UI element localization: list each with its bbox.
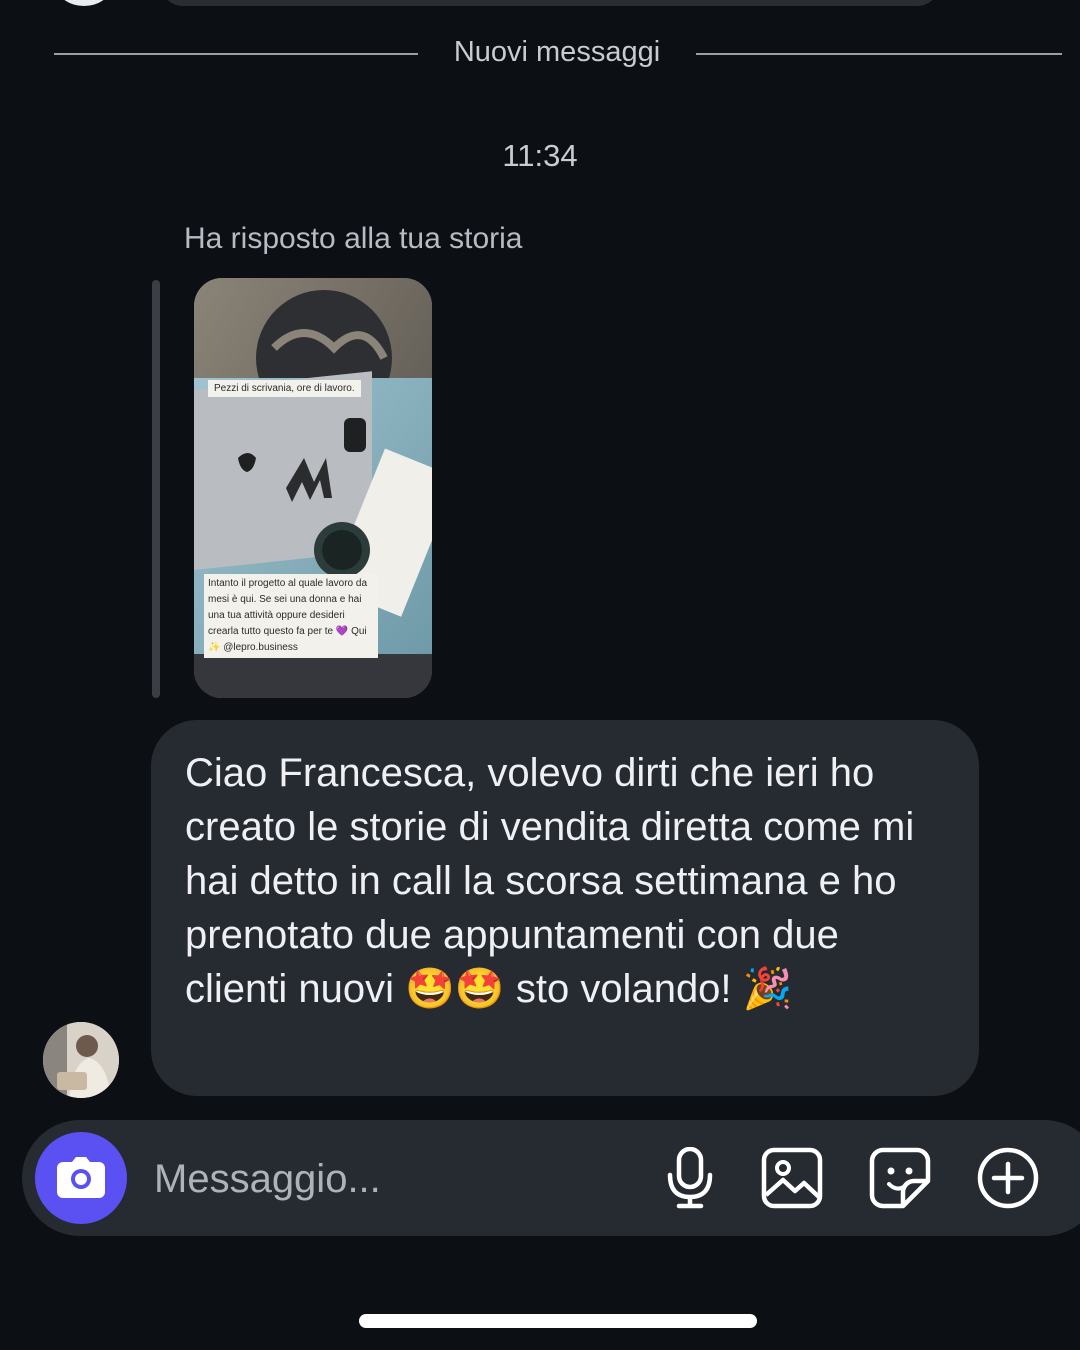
home-indicator bbox=[359, 1314, 757, 1328]
gallery-icon bbox=[761, 1147, 823, 1209]
story-caption-top: Pezzi di scrivania, ore di lavoro. bbox=[208, 380, 361, 397]
more-options-button[interactable] bbox=[976, 1146, 1040, 1210]
gallery-button[interactable] bbox=[760, 1146, 824, 1210]
sticker-button[interactable] bbox=[868, 1146, 932, 1210]
camera-button[interactable] bbox=[35, 1132, 127, 1224]
message-input[interactable] bbox=[152, 1148, 636, 1210]
previous-message-partial bbox=[160, 0, 940, 6]
avatar-image bbox=[43, 1022, 119, 1098]
microphone-button[interactable] bbox=[658, 1146, 722, 1210]
top-avatar-partial bbox=[58, 0, 110, 6]
message-text: Ciao Francesca, volevo dirti che ieri ho… bbox=[185, 751, 915, 1011]
plus-circle-icon bbox=[977, 1147, 1039, 1209]
divider-label: Nuovi messaggi bbox=[453, 36, 661, 68]
message-timestamp: 11:34 bbox=[502, 138, 578, 173]
sticker-icon bbox=[869, 1147, 931, 1209]
camera-icon bbox=[57, 1157, 105, 1198]
divider-line-right bbox=[696, 53, 1062, 55]
new-messages-divider: Nuovi messaggi bbox=[54, 34, 1062, 74]
sender-avatar[interactable] bbox=[43, 1022, 119, 1098]
story-thumbnail[interactable]: Pezzi di scrivania, ore di lavoro. Intan… bbox=[194, 278, 432, 698]
story-reply-label: Ha risposto alla tua storia bbox=[184, 222, 523, 255]
divider-line-left bbox=[54, 53, 418, 55]
story-caption-bottom: Intanto il progetto al quale lavoro da m… bbox=[204, 574, 378, 658]
reply-indicator-bar bbox=[152, 280, 160, 698]
microphone-icon bbox=[667, 1147, 713, 1209]
received-message-bubble[interactable]: Ciao Francesca, volevo dirti che ieri ho… bbox=[151, 720, 979, 1096]
